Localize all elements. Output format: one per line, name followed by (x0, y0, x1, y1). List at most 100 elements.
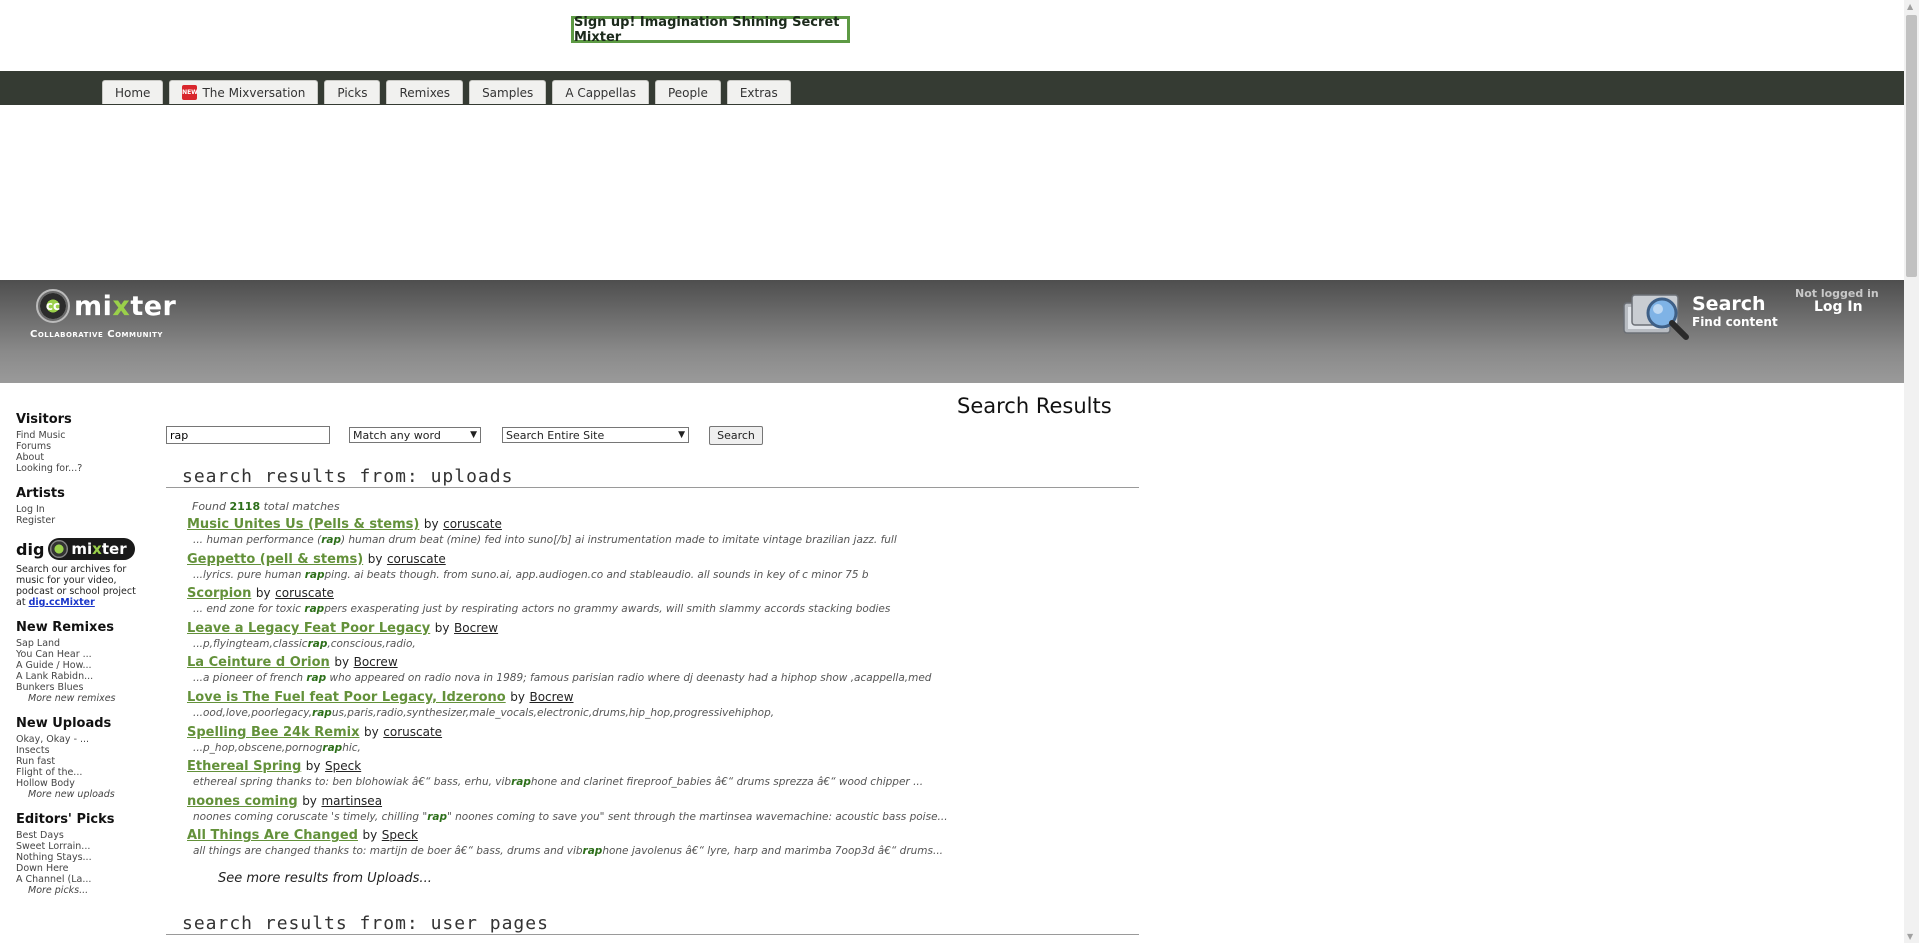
dig-ccmixter-logo[interactable]: dig mixter (16, 538, 141, 560)
dig-ccmixter-link[interactable]: dig.ccMixter (29, 597, 95, 608)
tab-extras[interactable]: Extras (726, 80, 791, 104)
result-title-link[interactable]: Ethereal Spring (187, 759, 301, 774)
tab-remixes[interactable]: Remixes (386, 80, 464, 104)
dig-mixter-pill: mixter (48, 538, 135, 560)
sidebar-pick-item[interactable]: Nothing Stays... (16, 852, 141, 863)
result-user-link[interactable]: martinsea (321, 794, 382, 808)
search-query-input[interactable] (166, 426, 330, 444)
sidebar-item-register[interactable]: Register (16, 515, 141, 526)
search-scope-select[interactable]: Search Entire Site ▼ (502, 427, 689, 443)
result-title-link[interactable]: Geppetto (pell & stems) (187, 552, 363, 567)
sidebar-upload-item[interactable]: Flight of the... (16, 767, 141, 778)
tab-picks[interactable]: Picks (324, 80, 381, 104)
result-title-link[interactable]: La Ceinture d Orion (187, 655, 330, 670)
chevron-down-icon: ▼ (470, 430, 477, 440)
header-search-subtitle[interactable]: Find content (1692, 315, 1778, 329)
sidebar-remix-item[interactable]: You Can Hear ... (16, 649, 141, 660)
nav-tabs: Home NEW The Mixversation Picks Remixes S… (102, 80, 791, 104)
result-user-link[interactable]: Speck (382, 828, 418, 842)
login-link[interactable]: Log In (1814, 299, 1863, 315)
scrollbar-thumb[interactable] (1906, 15, 1917, 277)
more-picks-link[interactable]: More picks... (16, 885, 141, 896)
result-item: Geppetto (pell & stems) by coruscate ...… (187, 552, 1087, 587)
chevron-down-icon: ▼ (678, 430, 685, 440)
sidebar-item-log-in[interactable]: Log In (16, 504, 141, 515)
sidebar-item-looking-for[interactable]: Looking for...? (16, 463, 141, 474)
dig-description: Search our archives for music for your v… (16, 564, 136, 608)
signup-banner-button[interactable]: Sign up! Imagination Shining Secret Mixt… (571, 15, 850, 45)
result-user-link[interactable]: coruscate (387, 552, 446, 566)
tab-label: Extras (739, 85, 778, 100)
sidebar-pick-item[interactable]: Down Here (16, 863, 141, 874)
tab-label: Remixes (399, 85, 451, 100)
result-user-link[interactable]: Bocrew (454, 621, 498, 635)
sidebar-heading: New Uploads (16, 716, 112, 731)
result-snippet: ...a pioneer of french rap who appeared … (193, 672, 932, 685)
sidebar-new-uploads: New Uploads Okay, Okay - ... Insects Run… (16, 716, 141, 800)
result-snippet: ...ood,love,poorlegacy,rapus,paris,radio… (193, 706, 775, 719)
result-title-link[interactable]: Love is The Fuel feat Poor Legacy, Idzer… (187, 690, 506, 705)
tab-a-cappellas[interactable]: A Cappellas (552, 80, 649, 104)
sidebar-pick-item[interactable]: Best Days (16, 830, 141, 841)
result-title-link[interactable]: Music Unites Us (Pells & stems) (187, 517, 419, 532)
result-user-link[interactable]: Bocrew (529, 690, 573, 704)
user-pages-section-heading: search results from: user pages (166, 913, 1139, 935)
result-user-link[interactable]: Bocrew (354, 655, 398, 669)
result-title-link[interactable]: noones coming (187, 794, 298, 809)
result-snippet: ...p_hop,obscene,pornographic, (193, 741, 361, 754)
sidebar-upload-item[interactable]: Run fast (16, 756, 141, 767)
result-item: Scorpion by coruscate ... end zone for t… (187, 586, 1087, 621)
sidebar-heading: Artists (16, 486, 65, 501)
tab-samples[interactable]: Samples (469, 80, 547, 104)
results-count: Found 2118 total matches (192, 500, 340, 513)
sidebar-remix-item[interactable]: A Guide / How... (16, 660, 141, 671)
search-button[interactable]: Search (709, 426, 763, 445)
result-user-link[interactable]: coruscate (443, 517, 502, 531)
sidebar-remix-item[interactable]: Bunkers Blues (16, 682, 141, 693)
tab-mixversation[interactable]: NEW The Mixversation (169, 80, 319, 104)
sidebar-remix-item[interactable]: A Lank Rabidn... (16, 671, 141, 682)
result-title-link[interactable]: Scorpion (187, 586, 251, 601)
result-snippet: ... human performance (rap) human drum b… (193, 534, 897, 546)
sidebar-item-find-music[interactable]: Find Music (16, 430, 141, 441)
sidebar-editors-picks: Editors' Picks Best Days Sweet Lorrain..… (16, 812, 141, 896)
match-mode-select[interactable]: Match any word ▼ (349, 427, 481, 443)
upload-results-list: Music Unites Us (Pells & stems) by corus… (187, 517, 1087, 863)
dig-word: dig (16, 539, 45, 559)
sidebar-upload-item[interactable]: Hollow Body (16, 778, 141, 789)
more-new-uploads-link[interactable]: More new uploads (16, 789, 141, 800)
result-item: noones coming by martinsea noones coming… (187, 794, 1087, 829)
header-search-link[interactable]: Search (1692, 293, 1766, 315)
more-new-remixes-link[interactable]: More new remixes (16, 693, 141, 704)
result-user-link[interactable]: coruscate (275, 586, 334, 600)
result-snippet: noones coming coruscate 's timely, chill… (193, 810, 948, 823)
tab-people[interactable]: People (654, 80, 721, 104)
sidebar-item-about[interactable]: About (16, 452, 141, 463)
tab-home[interactable]: Home (102, 80, 164, 104)
sidebar-pick-item[interactable]: A Channel (La... (16, 874, 141, 885)
scroll-down-arrow-icon[interactable]: ▼ (1907, 932, 1913, 941)
ccmixter-logo[interactable]: cc mixter (36, 289, 176, 323)
result-item: Leave a Legacy Feat Poor Legacy by Bocre… (187, 621, 1087, 656)
result-snippet: ...p,flyingteam,classicrap,conscious,rad… (193, 637, 416, 650)
tab-label: Home (115, 85, 151, 100)
site-header (0, 280, 1904, 383)
sidebar-item-forums[interactable]: Forums (16, 441, 141, 452)
sidebar-upload-item[interactable]: Okay, Okay - ... (16, 734, 141, 745)
sidebar-upload-item[interactable]: Insects (16, 745, 141, 756)
result-title-link[interactable]: Spelling Bee 24k Remix (187, 725, 360, 740)
result-user-link[interactable]: coruscate (383, 725, 442, 739)
see-more-uploads-link[interactable]: See more results from Uploads... (218, 871, 432, 886)
result-title-link[interactable]: Leave a Legacy Feat Poor Legacy (187, 621, 430, 636)
sidebar-remix-item[interactable]: Sap Land (16, 638, 141, 649)
page-title: Search Results (957, 394, 1112, 418)
sidebar-artists: Artists Log In Register (16, 486, 141, 526)
result-item: Spelling Bee 24k Remix by coruscate ...p… (187, 725, 1087, 760)
result-user-link[interactable]: Speck (325, 759, 361, 773)
scroll-up-arrow-icon[interactable]: ▲ (1907, 2, 1913, 11)
sidebar-pick-item[interactable]: Sweet Lorrain... (16, 841, 141, 852)
site-tagline: Collaborative Community (30, 329, 163, 340)
magnifier-search-icon[interactable] (1622, 289, 1692, 341)
tab-label: A Cappellas (565, 85, 636, 100)
result-title-link[interactable]: All Things Are Changed (187, 828, 358, 843)
